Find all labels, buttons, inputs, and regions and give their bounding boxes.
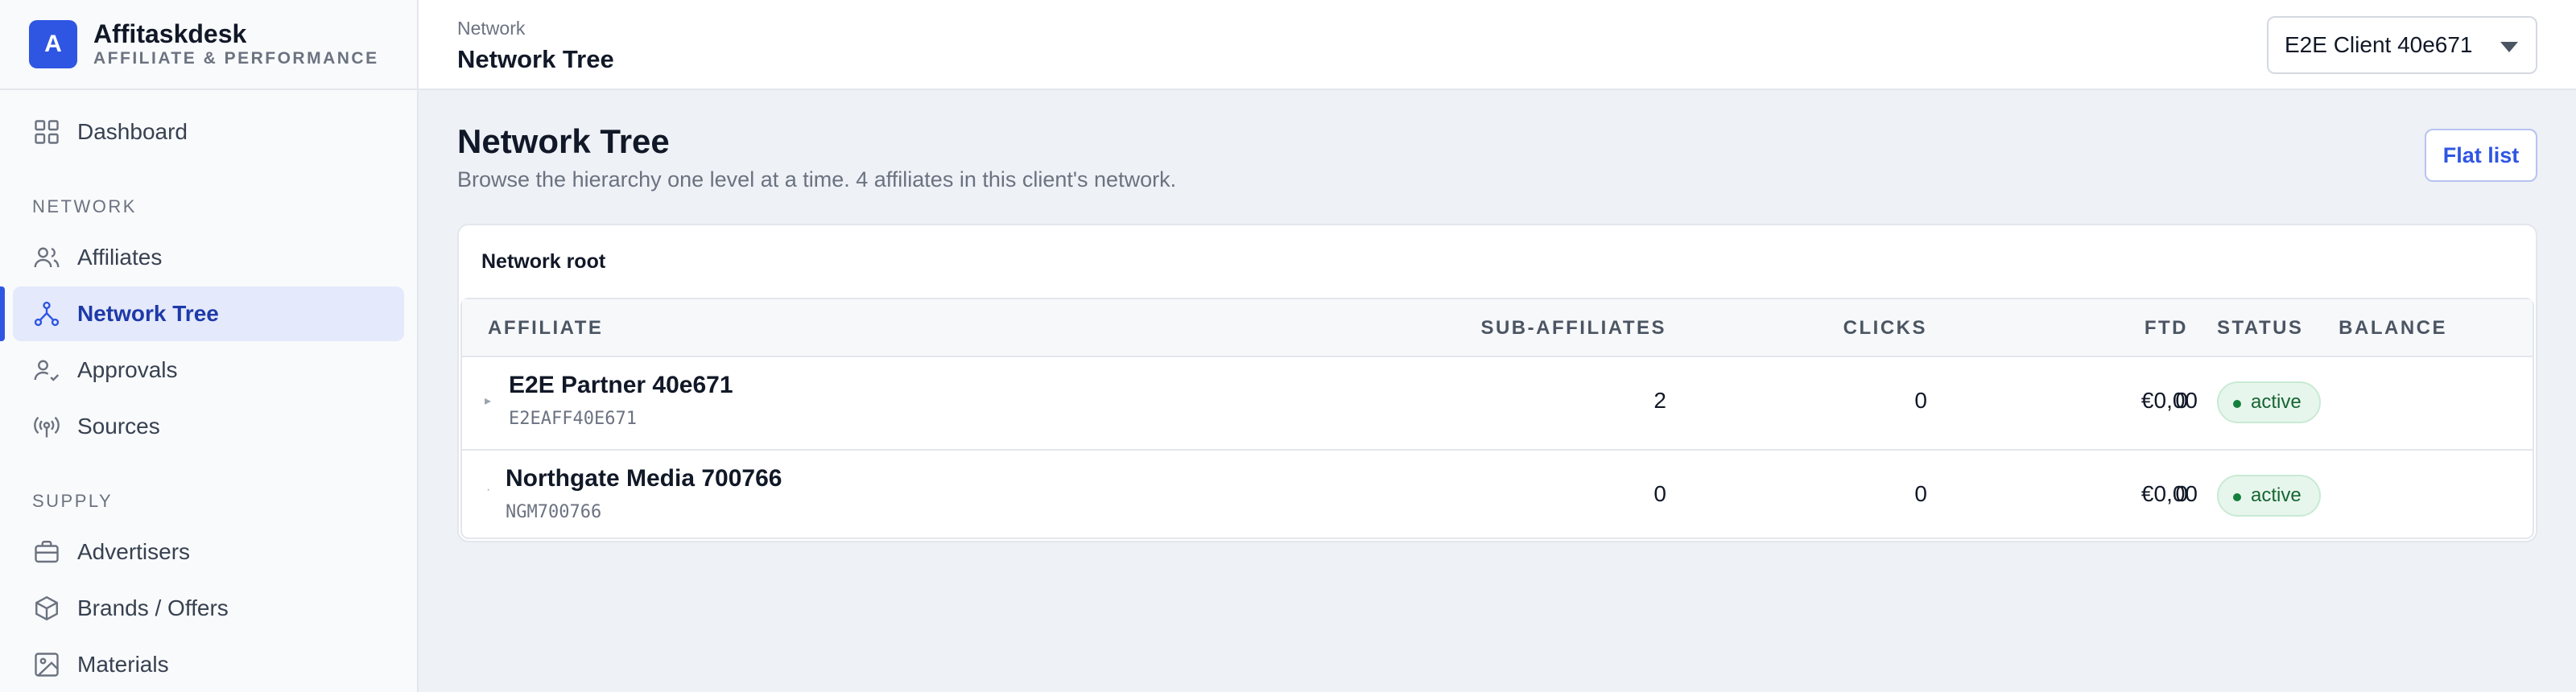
- sidebar-item-approvals[interactable]: Approvals: [13, 343, 404, 397]
- page-subtitle: Browse the hierarchy one level at a time…: [457, 167, 1177, 192]
- table-row[interactable]: ▸ E2E Partner 40e671 E2EAFF40E671 2 0 0 …: [462, 357, 2533, 447]
- nav-section-network: NETWORK: [32, 196, 137, 216]
- sidebar-item-affiliates[interactable]: Affiliates: [13, 230, 404, 285]
- user-check-icon: [34, 360, 60, 381]
- status-dot-icon: [2233, 400, 2241, 408]
- status-badge: active: [2217, 381, 2321, 423]
- table-row[interactable]: · Northgate Media 700766 NGM700766 0 0 0…: [462, 449, 2533, 539]
- brand-subtitle: AFFILIATE & PERFORMANCE: [93, 49, 379, 68]
- chevron-down-icon: [2500, 42, 2518, 52]
- brand-logo: A: [29, 20, 77, 68]
- status-label: active: [2251, 391, 2301, 413]
- status-dot-icon: [2233, 493, 2241, 501]
- sidebar: A Affitaskdesk AFFILIATE & PERFORMANCE D…: [0, 0, 419, 692]
- affiliate-name: Northgate Media 700766: [506, 465, 782, 492]
- users-icon: [34, 247, 60, 268]
- clicks-value: 0: [1914, 388, 1927, 413]
- sub-affiliates-value: 0: [1653, 481, 1666, 506]
- sidebar-item-label: Sources: [77, 414, 160, 439]
- affiliate-name: E2E Partner 40e671: [509, 372, 733, 398]
- broadcast-icon: [34, 416, 60, 438]
- client-select[interactable]: E2E Client 40e671: [2267, 16, 2537, 74]
- topbar: Network Network Tree E2E Client 40e671: [419, 0, 2576, 90]
- client-select-value: E2E Client 40e671: [2285, 32, 2473, 57]
- col-status: STATUS: [2217, 317, 2304, 339]
- sidebar-item-brands-offers[interactable]: Brands / Offers: [13, 581, 404, 636]
- brand: A Affitaskdesk AFFILIATE & PERFORMANCE: [0, 0, 417, 90]
- sub-affiliates-value: 2: [1653, 388, 1666, 413]
- sidebar-item-label: Dashboard: [77, 119, 188, 144]
- affiliate-code: NGM700766: [506, 502, 602, 522]
- sidebar-item-label: Approvals: [77, 357, 178, 382]
- status-label: active: [2251, 484, 2301, 506]
- sidebar-item-label: Network Tree: [77, 301, 219, 326]
- image-icon: [35, 653, 59, 677]
- sidebar-item-dashboard[interactable]: Dashboard: [13, 105, 404, 159]
- balance-value: €0,00: [2140, 388, 2198, 413]
- active-indicator: [0, 286, 5, 341]
- clicks-value: 0: [1914, 481, 1927, 506]
- col-balance: BALANCE: [2339, 317, 2447, 339]
- sidebar-item-label: Advertisers: [77, 539, 191, 564]
- sidebar-item-label: Affiliates: [77, 245, 163, 270]
- sidebar-item-label: Brands / Offers: [77, 595, 229, 620]
- expand-icon[interactable]: ▸: [485, 393, 491, 409]
- network-tree-icon: [34, 301, 60, 327]
- sidebar-item-advertisers[interactable]: Advertisers: [13, 525, 404, 579]
- col-affiliate: AFFILIATE: [488, 317, 604, 339]
- card-title: Network root: [481, 249, 606, 273]
- page-title: Network Tree: [457, 122, 670, 160]
- col-sub-affiliates: SUB-AFFILIATES: [1480, 317, 1666, 339]
- breadcrumb[interactable]: Network: [457, 18, 525, 39]
- grid-icon: [35, 120, 59, 144]
- box-icon: [35, 595, 58, 621]
- sidebar-item-materials[interactable]: Materials: [13, 637, 404, 692]
- col-clicks: CLICKS: [1843, 317, 1927, 339]
- affiliate-code: E2EAFF40E671: [509, 409, 637, 429]
- table-header: AFFILIATE SUB-AFFILIATES CLICKS FTD BALA…: [462, 299, 2533, 357]
- network-root-card: Network root AFFILIATE SUB-AFFILIATES CL…: [457, 224, 2537, 542]
- briefcase-icon: [35, 541, 59, 563]
- leaf-icon: ·: [486, 483, 491, 496]
- sidebar-item-sources[interactable]: Sources: [13, 399, 404, 454]
- col-ftd: FTD: [2144, 317, 2188, 339]
- sidebar-item-network-tree[interactable]: Network Tree: [13, 286, 404, 341]
- affiliate-table: AFFILIATE SUB-AFFILIATES CLICKS FTD BALA…: [460, 298, 2534, 539]
- sidebar-item-label: Materials: [77, 652, 169, 677]
- balance-value: €0,00: [2140, 481, 2198, 506]
- status-badge: active: [2217, 475, 2321, 517]
- header-title: Network Tree: [457, 45, 614, 73]
- nav-section-supply: SUPPLY: [32, 491, 114, 511]
- brand-name: Affitaskdesk: [93, 19, 247, 48]
- flat-list-button[interactable]: Flat list: [2425, 129, 2537, 182]
